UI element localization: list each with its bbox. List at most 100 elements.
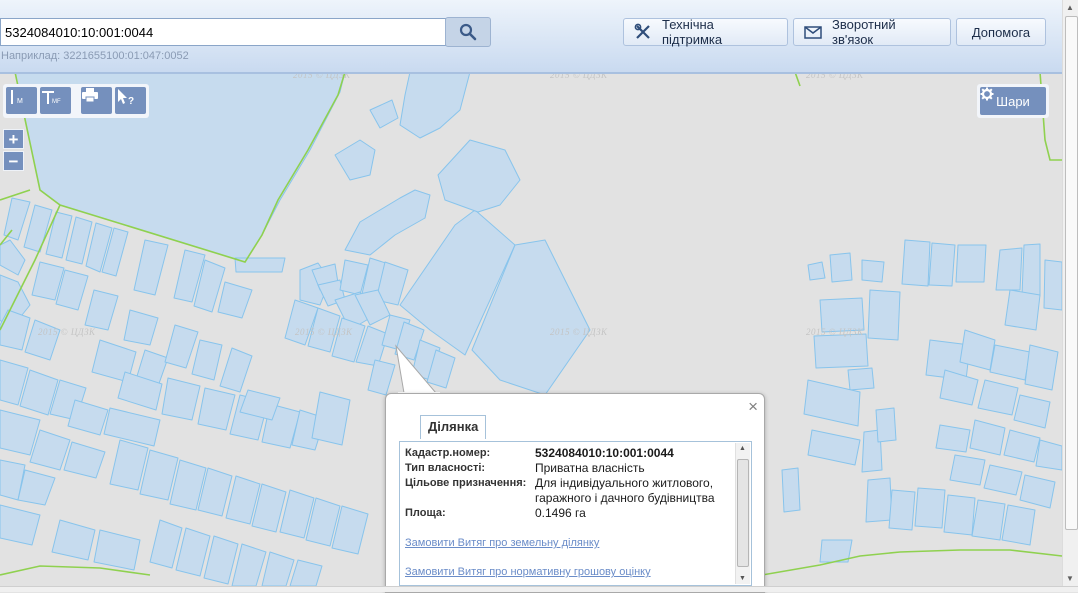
parcel-polygon[interactable] — [219, 347, 253, 393]
parcel-polygon[interactable] — [0, 309, 31, 351]
parcel-polygon[interactable] — [865, 477, 893, 523]
boundary-line — [794, 71, 801, 87]
support-button[interactable]: Технічна підтримка — [623, 17, 788, 47]
layers-button[interactable]: Шари — [977, 84, 1049, 118]
parcel-polygon[interactable] — [867, 289, 901, 341]
parcel-polygon[interactable] — [861, 259, 885, 283]
help-button[interactable]: Допомога — [956, 18, 1046, 46]
horizontal-scrollbar[interactable] — [0, 586, 1078, 592]
parcel-polygon[interactable] — [914, 487, 946, 529]
parcel-polygon[interactable] — [1013, 394, 1051, 429]
popup-scroll-thumb[interactable] — [737, 459, 749, 567]
parcel-polygon[interactable] — [0, 239, 26, 276]
parcel-polygon[interactable] — [901, 239, 931, 287]
scroll-up-arrow-icon[interactable]: ▲ — [739, 445, 746, 452]
close-icon[interactable]: × — [748, 398, 758, 416]
ruler-button[interactable]: M — [6, 87, 37, 114]
parcel-polygon[interactable] — [289, 559, 323, 586]
parcel-polygon[interactable] — [234, 257, 286, 273]
parcel-polygon[interactable] — [29, 429, 71, 471]
parcel-polygon[interactable] — [813, 333, 869, 369]
parcel-polygon[interactable] — [63, 441, 106, 479]
ruler-icon: M — [11, 90, 23, 105]
parcel-polygon[interactable] — [977, 379, 1019, 416]
parcel-polygon[interactable] — [1003, 429, 1041, 463]
parcel-polygon[interactable] — [971, 499, 1006, 541]
parcel-polygon[interactable] — [217, 281, 253, 319]
parcel-polygon[interactable] — [164, 324, 199, 369]
parcel-polygon[interactable] — [989, 344, 1031, 381]
parcel-polygon[interactable] — [943, 494, 976, 536]
parcel-polygon[interactable] — [949, 454, 986, 486]
parcel-polygon[interactable] — [175, 527, 211, 577]
parcel-polygon[interactable] — [781, 467, 801, 513]
parcel-polygon[interactable] — [969, 419, 1006, 456]
parcel-polygon[interactable] — [3, 197, 31, 241]
parcel-polygon[interactable] — [807, 429, 861, 466]
parcel-polygon[interactable] — [995, 247, 1023, 291]
parcel-polygon[interactable] — [334, 139, 376, 181]
print-button[interactable] — [81, 87, 112, 114]
parcel-polygon[interactable] — [1001, 504, 1036, 546]
parcel-polygon[interactable] — [983, 464, 1023, 496]
parcel-polygon[interactable] — [261, 551, 295, 586]
layers-button-inner[interactable]: Шари — [980, 87, 1046, 115]
parcel-polygon[interactable] — [1043, 259, 1062, 311]
parcel-polygon[interactable] — [149, 519, 183, 569]
parcel-polygon[interactable] — [928, 242, 956, 287]
identify-button[interactable]: ? — [115, 87, 146, 114]
order-valuation-extract-link[interactable]: Замовити Витяг про нормативну грошову оц… — [405, 566, 651, 578]
parcel-polygon[interactable] — [311, 391, 351, 446]
parcel-polygon[interactable] — [67, 399, 109, 436]
parcel-polygon[interactable] — [807, 261, 826, 281]
parcel-polygon[interactable] — [84, 289, 119, 331]
search-button[interactable] — [445, 17, 491, 47]
parcel-polygon[interactable] — [829, 252, 853, 283]
tab-parcel[interactable]: Ділянка — [420, 415, 487, 439]
cadastral-search-input[interactable] — [0, 18, 446, 46]
feedback-button[interactable]: Зворотний зв'язок — [793, 17, 951, 47]
scroll-up-arrow-icon[interactable]: ▲ — [1066, 3, 1074, 12]
parcel-polygon[interactable] — [955, 244, 987, 283]
parcel-polygon[interactable] — [399, 71, 471, 139]
parcel-polygon[interactable] — [939, 369, 979, 406]
parcel-polygon[interactable] — [847, 367, 875, 391]
cadastral-number-label: Кадастр.номер: — [405, 447, 491, 459]
parcel-polygon[interactable] — [437, 139, 521, 213]
parcel-polygon[interactable] — [1035, 439, 1062, 471]
zoom-out-button[interactable]: − — [3, 151, 24, 171]
parcel-polygon[interactable] — [191, 339, 223, 381]
header-bar: Наприклад: 3221655100:01:047:0052 Техніч… — [0, 0, 1062, 74]
identify-icon: ? — [118, 89, 134, 107]
page-scrollbar[interactable]: ▲ ▼ — [1062, 0, 1078, 586]
parcel-polygon[interactable] — [0, 504, 41, 546]
parcel-polygon[interactable] — [1019, 474, 1056, 509]
search-hint: Наприклад: 3221655100:01:047:0052 — [1, 50, 189, 62]
parcel-polygon[interactable] — [344, 189, 431, 256]
parcel-polygon[interactable] — [888, 489, 916, 531]
parcel-polygon[interactable] — [935, 424, 971, 453]
popup-scrollbar[interactable]: ▲ ▼ — [735, 443, 750, 584]
parcel-polygon[interactable] — [231, 543, 267, 586]
parcel-polygon[interactable] — [17, 469, 56, 506]
parcel-polygon[interactable] — [203, 535, 239, 585]
scroll-down-arrow-icon[interactable]: ▼ — [739, 575, 746, 582]
parcel-polygon[interactable] — [103, 407, 161, 447]
parcel-polygon[interactable] — [1004, 289, 1041, 331]
parcel-polygon[interactable] — [51, 519, 96, 561]
parcel-polygon[interactable] — [1024, 344, 1059, 391]
parcel-polygon[interactable] — [369, 99, 399, 129]
parcel-polygon[interactable] — [133, 239, 169, 296]
parcel-polygon[interactable] — [161, 377, 201, 421]
scroll-down-arrow-icon[interactable]: ▼ — [1066, 574, 1074, 583]
parcel-polygon[interactable] — [1021, 243, 1041, 297]
parcel-polygon[interactable] — [93, 529, 141, 571]
parcel-polygon[interactable] — [875, 407, 897, 443]
parcel-polygon[interactable] — [123, 309, 159, 346]
order-parcel-extract-link[interactable]: Замовити Витяг про земельну ділянку — [405, 537, 599, 549]
parcel-polygon[interactable] — [24, 319, 61, 361]
area-measure-button[interactable]: MF — [40, 87, 71, 114]
zoom-in-button[interactable]: + — [3, 129, 24, 149]
page-scroll-thumb[interactable] — [1065, 16, 1078, 530]
parcel-polygon[interactable] — [197, 387, 236, 431]
